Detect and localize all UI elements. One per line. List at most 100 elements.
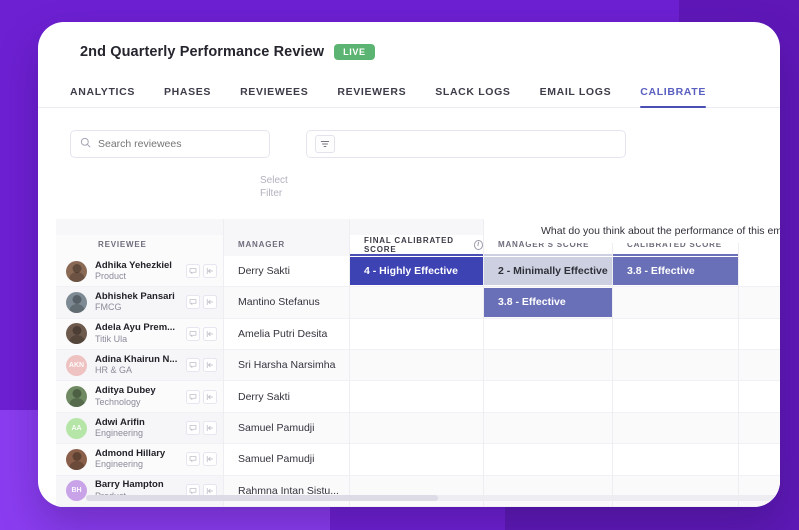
tab-slack-logs[interactable]: SLACK LOGS bbox=[435, 86, 510, 107]
collapse-left-icon[interactable] bbox=[203, 326, 217, 341]
column-final-calibrated-score: FINAL CALIBRATED SCORE i 4 - Highly Effe… bbox=[349, 219, 483, 507]
row-actions bbox=[186, 389, 223, 404]
table-row[interactable]: Abhishek Pansari FMCG bbox=[56, 287, 223, 319]
search-input[interactable] bbox=[98, 138, 260, 150]
reviewee-info: Adwi Arifin Engineering bbox=[95, 417, 178, 440]
collapse-left-icon[interactable] bbox=[203, 389, 217, 404]
managers-score-cell[interactable] bbox=[484, 412, 612, 445]
calibrated-score-cell[interactable]: 3.8 - Effective bbox=[613, 256, 738, 288]
page-title: 2nd Quarterly Performance Review bbox=[80, 44, 325, 60]
reviewee-info: Adina Khairun N... HR & GA bbox=[95, 354, 178, 377]
manager-cell: Amelia Putri Desita bbox=[224, 319, 349, 351]
comment-icon[interactable] bbox=[186, 326, 200, 341]
status-badge: LIVE bbox=[334, 44, 375, 60]
collapse-left-icon[interactable] bbox=[203, 264, 217, 279]
final-calibrated-score-cell[interactable]: 4 - Highly Effective bbox=[350, 256, 483, 288]
calibrated-score-cell[interactable] bbox=[613, 319, 738, 351]
table-row[interactable]: AA Adwi Arifin Engineering bbox=[56, 412, 223, 445]
reviewee-department: HR & GA bbox=[95, 365, 133, 376]
table-row[interactable]: BHBarry HamptonProduct bbox=[56, 475, 223, 507]
table-row[interactable]: Adela Ayu Prem... Titik Ula bbox=[56, 319, 223, 351]
managers-score-cell[interactable]: 3.8 - Effective bbox=[484, 287, 612, 319]
calibrated-score-cell[interactable] bbox=[613, 381, 738, 413]
column-header-label: FINAL CALIBRATED SCORE bbox=[364, 235, 454, 254]
reviewee-name: Aditya Dubey bbox=[95, 385, 156, 397]
select-filter-label: Select Filter bbox=[260, 175, 288, 199]
tab-reviewees[interactable]: REVIEWEES bbox=[240, 86, 308, 107]
comment-icon[interactable] bbox=[186, 452, 200, 467]
reviewee-department: Product bbox=[95, 271, 127, 282]
column-header-reviewee: REVIEWEE bbox=[56, 235, 223, 256]
reviewee-name: Adela Ayu Prem... bbox=[95, 322, 176, 334]
avatar: BH bbox=[66, 480, 87, 502]
final-calibrated-score-cell[interactable] bbox=[350, 350, 483, 382]
overflow-cell bbox=[739, 412, 780, 445]
manager-cell: Samuel Pamudji bbox=[224, 444, 349, 476]
managers-score-cell[interactable] bbox=[484, 319, 612, 351]
reviewee-info: Adela Ayu Prem... Titik Ula bbox=[95, 322, 178, 345]
comment-icon[interactable] bbox=[186, 358, 200, 373]
column-calibrated-score: CALIBRATED SCORE 3.8 - Effective bbox=[612, 219, 738, 507]
reviewee-info: Admond Hillary Engineering bbox=[95, 448, 178, 471]
tab-calibrate[interactable]: CALIBRATE bbox=[640, 86, 706, 108]
reviewee-name: Adhika Yehezkiel bbox=[95, 259, 172, 271]
row-actions bbox=[186, 326, 223, 341]
manager-cell: Mantino Stefanus bbox=[224, 287, 349, 319]
table-row[interactable]: Admond Hillary Engineering bbox=[56, 444, 223, 476]
overflow-cell bbox=[739, 381, 780, 413]
filter-panel[interactable] bbox=[306, 130, 626, 158]
managers-score-cell[interactable] bbox=[484, 381, 612, 413]
final-calibrated-score-cell[interactable] bbox=[350, 287, 483, 319]
final-calibrated-score-cell-chip[interactable]: 4 - Highly Effective bbox=[350, 256, 483, 286]
info-icon[interactable]: i bbox=[474, 239, 483, 250]
managers-score-cell[interactable]: 2 - Minimally Effective bbox=[484, 256, 612, 288]
calibrated-score-cell[interactable] bbox=[613, 412, 738, 445]
search-icon bbox=[80, 135, 91, 153]
comment-icon[interactable] bbox=[186, 295, 200, 310]
question-header: What do you think about the performance … bbox=[527, 219, 780, 243]
tab-email-logs[interactable]: EMAIL LOGS bbox=[540, 86, 612, 107]
comment-icon[interactable] bbox=[186, 264, 200, 279]
calibrated-score-cell-chip[interactable]: 3.8 - Effective bbox=[613, 256, 738, 286]
managers-score-cell-chip[interactable]: 3.8 - Effective bbox=[484, 288, 612, 317]
scrollbar-thumb[interactable] bbox=[86, 495, 438, 501]
final-calibrated-score-cell[interactable] bbox=[350, 412, 483, 445]
final-calibrated-score-cell[interactable] bbox=[350, 319, 483, 351]
final-calibrated-score-cell[interactable] bbox=[350, 475, 483, 507]
reviewee-name: Barry Hampton bbox=[95, 479, 164, 491]
managers-score-cell[interactable] bbox=[484, 350, 612, 382]
reviewee-name: Adwi Arifin bbox=[95, 416, 145, 428]
collapse-left-icon[interactable] bbox=[203, 452, 217, 467]
comment-icon[interactable] bbox=[186, 421, 200, 436]
managers-score-cell-chip[interactable]: 2 - Minimally Effective bbox=[484, 256, 612, 286]
collapse-left-icon[interactable] bbox=[203, 421, 217, 436]
calibrated-score-cell[interactable] bbox=[613, 350, 738, 382]
calibrated-score-cell[interactable] bbox=[613, 287, 738, 319]
search-box[interactable] bbox=[70, 130, 270, 158]
collapse-left-icon[interactable] bbox=[203, 358, 217, 373]
collapse-left-icon[interactable] bbox=[203, 295, 217, 310]
reviewee-department: Titik Ula bbox=[95, 333, 128, 344]
manager-cell: Derry Sakti bbox=[224, 256, 349, 288]
managers-score-cell[interactable] bbox=[484, 444, 612, 476]
reviewee-department: Engineering bbox=[95, 428, 144, 439]
table-row[interactable]: Aditya Dubey Technology bbox=[56, 381, 223, 413]
manager-cell: Derry Sakti bbox=[224, 381, 349, 413]
managers-score-cell[interactable] bbox=[484, 475, 612, 507]
tab-phases[interactable]: PHASES bbox=[164, 86, 211, 107]
avatar bbox=[66, 386, 87, 408]
reviewee-name: Abhishek Pansari bbox=[95, 290, 175, 302]
final-calibrated-score-cell[interactable] bbox=[350, 381, 483, 413]
header: 2nd Quarterly Performance Review LIVE bbox=[38, 22, 780, 60]
calibrated-score-cell[interactable] bbox=[613, 475, 738, 507]
tab-analytics[interactable]: ANALYTICS bbox=[70, 86, 135, 107]
final-calibrated-score-cell[interactable] bbox=[350, 444, 483, 476]
table-row[interactable]: AKN Adina Khairun N... HR & GA bbox=[56, 350, 223, 382]
horizontal-scrollbar[interactable] bbox=[86, 495, 780, 501]
filter-icon[interactable] bbox=[315, 135, 335, 153]
tab-reviewers[interactable]: REVIEWERS bbox=[337, 86, 406, 107]
calibrated-score-cell[interactable] bbox=[613, 444, 738, 476]
comment-icon[interactable] bbox=[186, 389, 200, 404]
table-row[interactable]: Adhika Yehezkiel Product bbox=[56, 256, 223, 288]
row-actions bbox=[186, 358, 223, 373]
